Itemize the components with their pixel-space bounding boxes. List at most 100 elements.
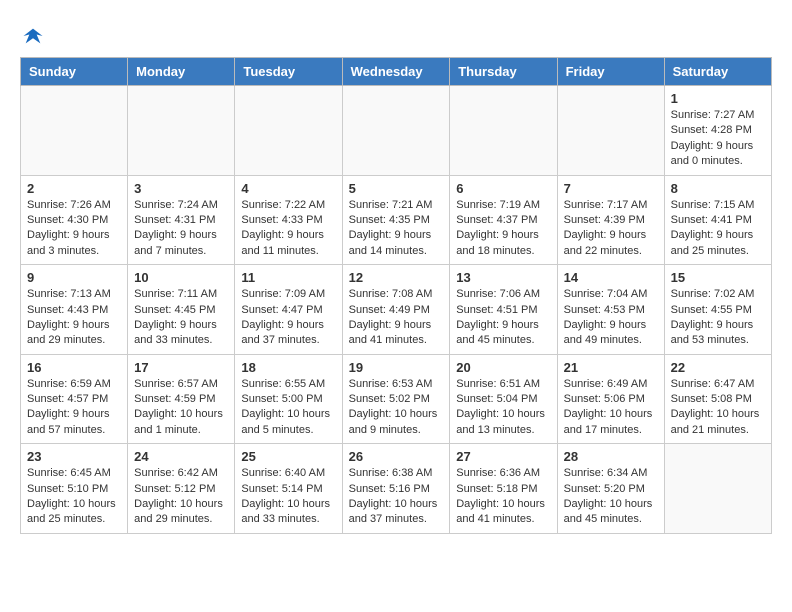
day-detail: Sunrise: 7:11 AM Sunset: 4:45 PM Dayligh… xyxy=(134,287,228,349)
calendar-cell: 10 Sunrise: 7:11 AM Sunset: 4:45 PM Dayli… xyxy=(128,265,235,355)
weekday-header-tuesday: Tuesday xyxy=(235,58,342,86)
day-number: 21 xyxy=(564,360,658,375)
day-detail: Sunrise: 6:49 AM Sunset: 5:06 PM Dayligh… xyxy=(564,377,658,439)
day-number: 13 xyxy=(456,270,550,285)
calendar-cell: 19 Sunrise: 6:53 AM Sunset: 5:02 PM Dayli… xyxy=(342,354,450,444)
calendar-cell: 11Sunrise: 7:09 AM Sunset: 4:47 PM Dayli… xyxy=(235,265,342,355)
day-detail: Sunrise: 7:17 AM Sunset: 4:39 PM Dayligh… xyxy=(564,198,658,260)
day-detail: Sunrise: 7:24 AM Sunset: 4:31 PM Dayligh… xyxy=(134,198,228,260)
calendar-cell: 5Sunrise: 7:21 AM Sunset: 4:35 PM Daylig… xyxy=(342,175,450,265)
day-number: 18 xyxy=(241,360,335,375)
weekday-header-wednesday: Wednesday xyxy=(342,58,450,86)
day-detail: Sunrise: 6:55 AM Sunset: 5:00 PM Dayligh… xyxy=(241,377,335,439)
weekday-header-saturday: Saturday xyxy=(664,58,771,86)
day-number: 3 xyxy=(134,181,228,196)
day-number: 23 xyxy=(27,449,121,464)
day-number: 6 xyxy=(456,181,550,196)
calendar-cell: 25 Sunrise: 6:40 AM Sunset: 5:14 PM Dayli… xyxy=(235,444,342,534)
day-detail: Sunrise: 7:04 AM Sunset: 4:53 PM Dayligh… xyxy=(564,287,658,349)
day-number: 1 xyxy=(671,91,765,106)
day-detail: Sunrise: 6:38 AM Sunset: 5:16 PM Dayligh… xyxy=(349,466,444,528)
day-detail: Sunrise: 7:27 AM Sunset: 4:28 PM Dayligh… xyxy=(671,108,765,170)
calendar-table: SundayMondayTuesdayWednesdayThursdayFrid… xyxy=(20,57,772,534)
day-detail: Sunrise: 6:45 AM Sunset: 5:10 PM Dayligh… xyxy=(27,466,121,528)
calendar-cell xyxy=(235,86,342,176)
calendar-cell: 13 Sunrise: 7:06 AM Sunset: 4:51 PM Dayli… xyxy=(450,265,557,355)
calendar-cell: 24 Sunrise: 6:42 AM Sunset: 5:12 PM Dayli… xyxy=(128,444,235,534)
header xyxy=(20,20,772,47)
day-number: 14 xyxy=(564,270,658,285)
day-number: 17 xyxy=(134,360,228,375)
day-detail: Sunrise: 7:08 AM Sunset: 4:49 PM Dayligh… xyxy=(349,287,444,349)
day-number: 26 xyxy=(349,449,444,464)
day-detail: Sunrise: 6:34 AM Sunset: 5:20 PM Dayligh… xyxy=(564,466,658,528)
calendar-cell: 8 Sunrise: 7:15 AM Sunset: 4:41 PM Daylig… xyxy=(664,175,771,265)
weekday-header-monday: Monday xyxy=(128,58,235,86)
calendar-cell: 27 Sunrise: 6:36 AM Sunset: 5:18 PM Dayli… xyxy=(450,444,557,534)
day-detail: Sunrise: 6:59 AM Sunset: 4:57 PM Dayligh… xyxy=(27,377,121,439)
calendar-cell: 20 Sunrise: 6:51 AM Sunset: 5:04 PM Dayli… xyxy=(450,354,557,444)
day-detail: Sunrise: 7:26 AM Sunset: 4:30 PM Dayligh… xyxy=(27,198,121,260)
week-row-3: 9 Sunrise: 7:13 AM Sunset: 4:43 PM Daylig… xyxy=(21,265,772,355)
day-number: 10 xyxy=(134,270,228,285)
calendar-cell xyxy=(664,444,771,534)
day-number: 2 xyxy=(27,181,121,196)
calendar-cell xyxy=(450,86,557,176)
day-number: 9 xyxy=(27,270,121,285)
day-number: 7 xyxy=(564,181,658,196)
week-row-2: 2 Sunrise: 7:26 AM Sunset: 4:30 PM Daylig… xyxy=(21,175,772,265)
day-number: 16 xyxy=(27,360,121,375)
day-number: 12 xyxy=(349,270,444,285)
day-detail: Sunrise: 6:40 AM Sunset: 5:14 PM Dayligh… xyxy=(241,466,335,528)
logo-bird-icon xyxy=(22,25,44,47)
day-number: 4 xyxy=(241,181,335,196)
calendar-cell: 1 Sunrise: 7:27 AM Sunset: 4:28 PM Daylig… xyxy=(664,86,771,176)
day-number: 28 xyxy=(564,449,658,464)
calendar-cell: 15 Sunrise: 7:02 AM Sunset: 4:55 PM Dayli… xyxy=(664,265,771,355)
day-detail: Sunrise: 7:06 AM Sunset: 4:51 PM Dayligh… xyxy=(456,287,550,349)
day-detail: Sunrise: 7:19 AM Sunset: 4:37 PM Dayligh… xyxy=(456,198,550,260)
day-number: 19 xyxy=(349,360,444,375)
logo xyxy=(20,25,44,47)
day-number: 5 xyxy=(349,181,444,196)
weekday-header-row: SundayMondayTuesdayWednesdayThursdayFrid… xyxy=(21,58,772,86)
calendar-cell: 7 Sunrise: 7:17 AM Sunset: 4:39 PM Daylig… xyxy=(557,175,664,265)
calendar-cell: 14 Sunrise: 7:04 AM Sunset: 4:53 PM Dayli… xyxy=(557,265,664,355)
day-detail: Sunrise: 6:36 AM Sunset: 5:18 PM Dayligh… xyxy=(456,466,550,528)
week-row-1: 1 Sunrise: 7:27 AM Sunset: 4:28 PM Daylig… xyxy=(21,86,772,176)
weekday-header-thursday: Thursday xyxy=(450,58,557,86)
calendar-cell: 21 Sunrise: 6:49 AM Sunset: 5:06 PM Dayli… xyxy=(557,354,664,444)
day-number: 22 xyxy=(671,360,765,375)
day-number: 15 xyxy=(671,270,765,285)
calendar-cell: 26 Sunrise: 6:38 AM Sunset: 5:16 PM Dayli… xyxy=(342,444,450,534)
week-row-4: 16 Sunrise: 6:59 AM Sunset: 4:57 PM Dayli… xyxy=(21,354,772,444)
day-number: 25 xyxy=(241,449,335,464)
day-detail: Sunrise: 6:42 AM Sunset: 5:12 PM Dayligh… xyxy=(134,466,228,528)
calendar-cell: 3 Sunrise: 7:24 AM Sunset: 4:31 PM Daylig… xyxy=(128,175,235,265)
day-number: 27 xyxy=(456,449,550,464)
day-detail: Sunrise: 7:13 AM Sunset: 4:43 PM Dayligh… xyxy=(27,287,121,349)
weekday-header-friday: Friday xyxy=(557,58,664,86)
calendar-cell xyxy=(128,86,235,176)
day-detail: Sunrise: 6:51 AM Sunset: 5:04 PM Dayligh… xyxy=(456,377,550,439)
calendar-cell xyxy=(557,86,664,176)
calendar-cell: 12 Sunrise: 7:08 AM Sunset: 4:49 PM Dayli… xyxy=(342,265,450,355)
day-detail: Sunrise: 7:15 AM Sunset: 4:41 PM Dayligh… xyxy=(671,198,765,260)
day-detail: Sunrise: 7:02 AM Sunset: 4:55 PM Dayligh… xyxy=(671,287,765,349)
day-number: 20 xyxy=(456,360,550,375)
calendar-cell: 4Sunrise: 7:22 AM Sunset: 4:33 PM Daylig… xyxy=(235,175,342,265)
week-row-5: 23 Sunrise: 6:45 AM Sunset: 5:10 PM Dayli… xyxy=(21,444,772,534)
calendar-cell: 2 Sunrise: 7:26 AM Sunset: 4:30 PM Daylig… xyxy=(21,175,128,265)
day-number: 11 xyxy=(241,270,335,285)
calendar-cell: 16 Sunrise: 6:59 AM Sunset: 4:57 PM Dayli… xyxy=(21,354,128,444)
calendar-cell: 17 Sunrise: 6:57 AM Sunset: 4:59 PM Dayli… xyxy=(128,354,235,444)
calendar-cell xyxy=(21,86,128,176)
calendar-cell: 9 Sunrise: 7:13 AM Sunset: 4:43 PM Daylig… xyxy=(21,265,128,355)
calendar-cell: 23 Sunrise: 6:45 AM Sunset: 5:10 PM Dayli… xyxy=(21,444,128,534)
weekday-header-sunday: Sunday xyxy=(21,58,128,86)
day-number: 24 xyxy=(134,449,228,464)
day-detail: Sunrise: 6:53 AM Sunset: 5:02 PM Dayligh… xyxy=(349,377,444,439)
calendar-cell: 28 Sunrise: 6:34 AM Sunset: 5:20 PM Dayli… xyxy=(557,444,664,534)
day-detail: Sunrise: 6:57 AM Sunset: 4:59 PM Dayligh… xyxy=(134,377,228,439)
day-number: 8 xyxy=(671,181,765,196)
